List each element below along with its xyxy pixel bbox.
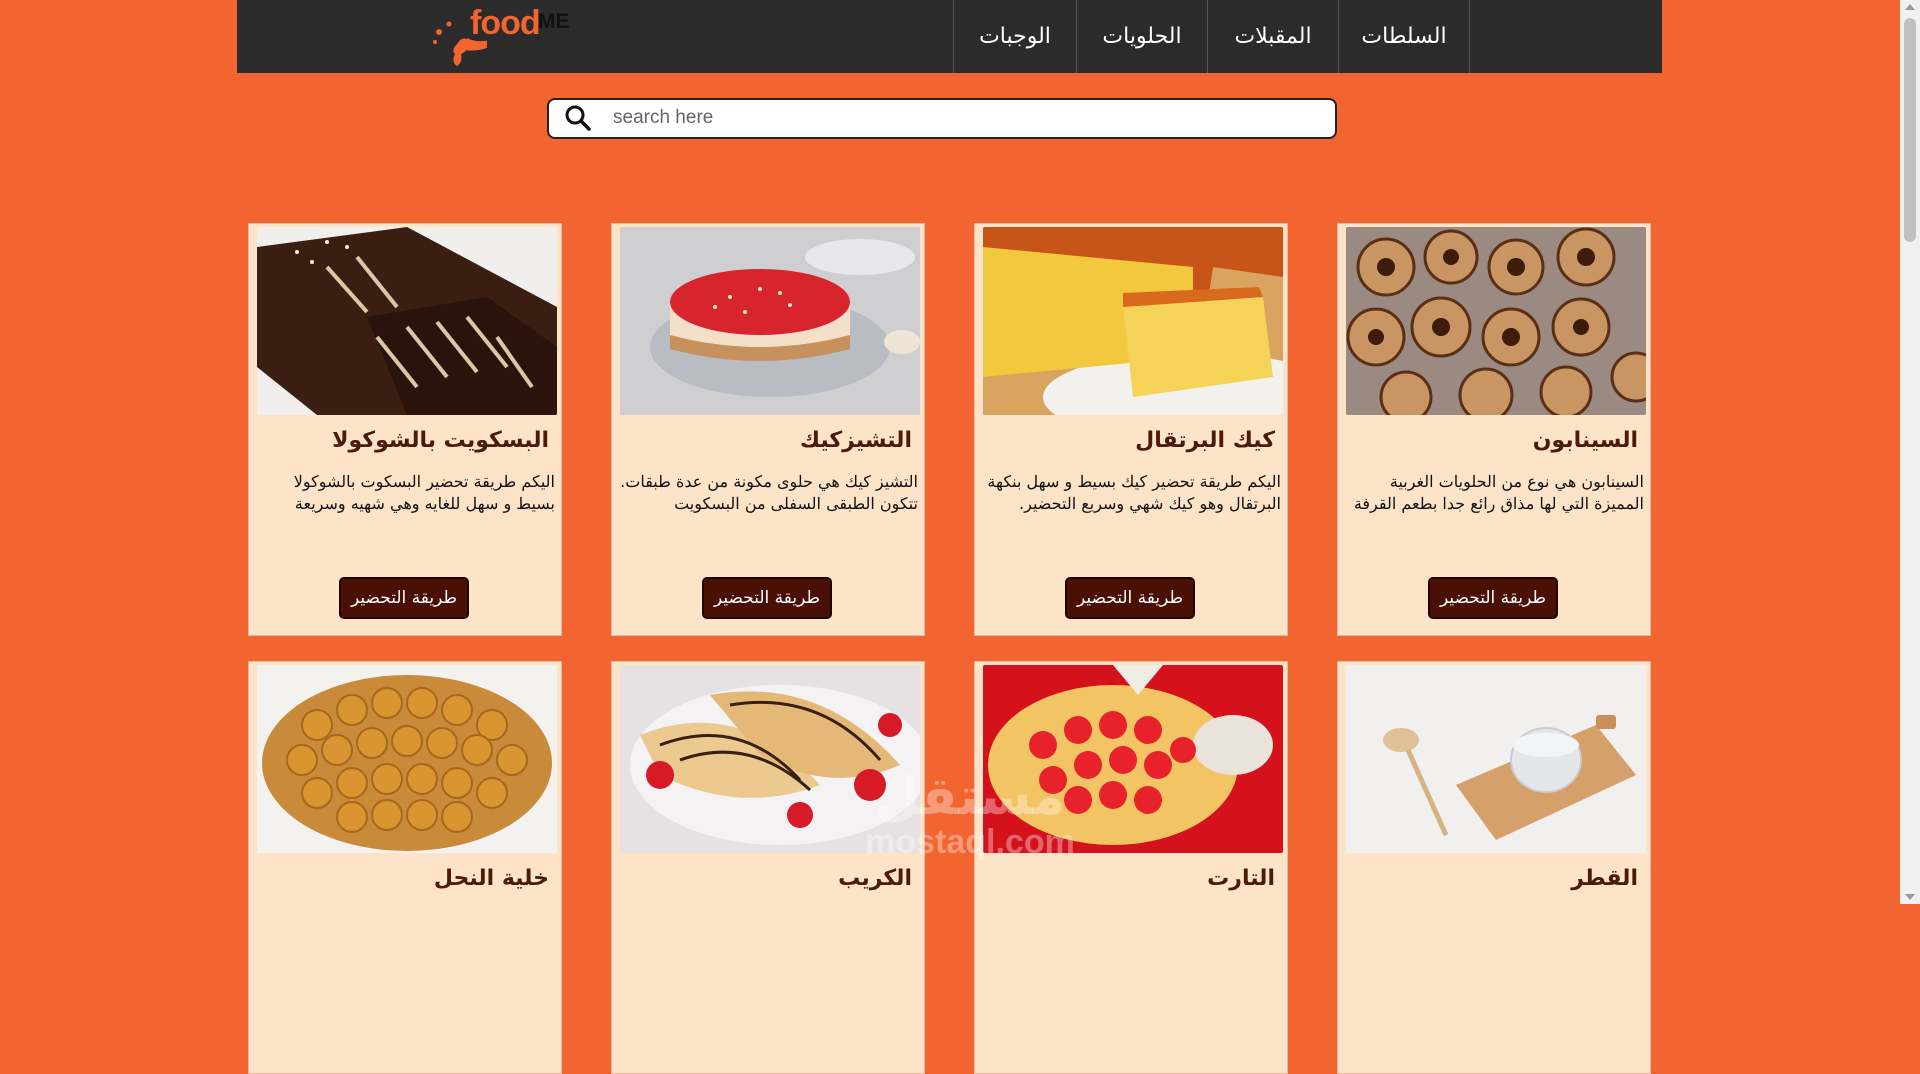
search-bar: [547, 98, 1337, 139]
logo-text-food: food: [470, 4, 541, 42]
recipe-title: كيك البرتقال: [1135, 428, 1275, 453]
scrollbar-thumb[interactable]: [1904, 18, 1916, 242]
recipe-card-crepes: الكريب: [611, 661, 925, 1074]
recipe-card-tart: التارت: [974, 661, 1288, 1074]
navbar: food ME السلطات المقبلات الحلويات الوجبا…: [237, 0, 1662, 73]
nav-item-appetizers[interactable]: المقبلات: [1207, 0, 1338, 73]
scroll-up-arrow-icon[interactable]: [1905, 4, 1915, 10]
nav-item-desserts[interactable]: الحلويات: [1076, 0, 1207, 73]
logo[interactable]: food ME: [427, 4, 577, 74]
recipe-card-orange-cake: كيك البرتقال اليكم طريقة تحضير كيك بسيط …: [974, 223, 1288, 636]
search-input[interactable]: [611, 104, 1315, 132]
recipe-button[interactable]: طريقة التحضير: [1065, 577, 1195, 619]
recipe-title: خلية النحل: [433, 866, 549, 891]
scrollbar[interactable]: [1900, 0, 1920, 904]
search-icon[interactable]: [563, 103, 593, 133]
recipe-title: البسكويت بالشوكولا: [332, 428, 549, 453]
recipe-description: السينابون هي نوع من الحلويات الغربية الم…: [1353, 472, 1644, 513]
recipe-card-cinnamon-rolls: السينابون السينابون هي نوع من الحلويات ا…: [1337, 223, 1651, 636]
recipe-card-syrup: القطر: [1337, 661, 1651, 1074]
recipe-title: القطر: [1571, 866, 1638, 891]
recipe-card-chocolate-biscuit: البسكويت بالشوكولا اليكم طريقة تحضير الب…: [248, 223, 562, 636]
recipe-card-honeycomb: خلية النحل: [248, 661, 562, 1074]
recipe-title: الكريب: [838, 866, 912, 891]
recipe-button[interactable]: طريقة التحضير: [1428, 577, 1558, 619]
recipe-description: اليكم طريقة تحضير البسكوت بالشوكولا بسيط…: [293, 472, 555, 513]
recipe-image-cheesecake[interactable]: [620, 227, 920, 415]
recipe-image-cinnamon-rolls[interactable]: [1346, 227, 1646, 415]
recipe-image-tart[interactable]: [983, 665, 1283, 853]
recipe-image-honeycomb[interactable]: [257, 665, 557, 853]
recipe-button[interactable]: طريقة التحضير: [339, 577, 469, 619]
recipe-card-cheesecake: التشيزكيك التشيز كيك هي حلوى مكونة من عد…: [611, 223, 925, 636]
recipe-description: اليكم طريقة تحضير كيك بسيط و سهل بنكهة ا…: [987, 472, 1281, 513]
recipe-image-syrup[interactable]: [1346, 665, 1646, 853]
nav-menu: السلطات المقبلات الحلويات الوجبات: [953, 0, 1470, 73]
nav-item-salads[interactable]: السلطات: [1338, 0, 1470, 73]
logo-text-me: ME: [538, 10, 570, 33]
recipe-title: التشيزكيك: [799, 428, 912, 453]
recipe-description: التشيز كيك هي حلوى مكونة من عدة طبقات. ت…: [620, 472, 918, 513]
recipe-image-orange-cake[interactable]: [983, 227, 1283, 415]
recipe-button[interactable]: طريقة التحضير: [702, 577, 832, 619]
recipe-title: التارت: [1207, 866, 1275, 891]
recipe-title: السينابون: [1532, 428, 1638, 453]
recipe-image-chocolate-biscuit[interactable]: [257, 227, 557, 415]
recipe-image-crepes[interactable]: [620, 665, 920, 853]
nav-item-meals[interactable]: الوجبات: [953, 0, 1076, 73]
scroll-down-arrow-icon[interactable]: [1905, 894, 1915, 900]
